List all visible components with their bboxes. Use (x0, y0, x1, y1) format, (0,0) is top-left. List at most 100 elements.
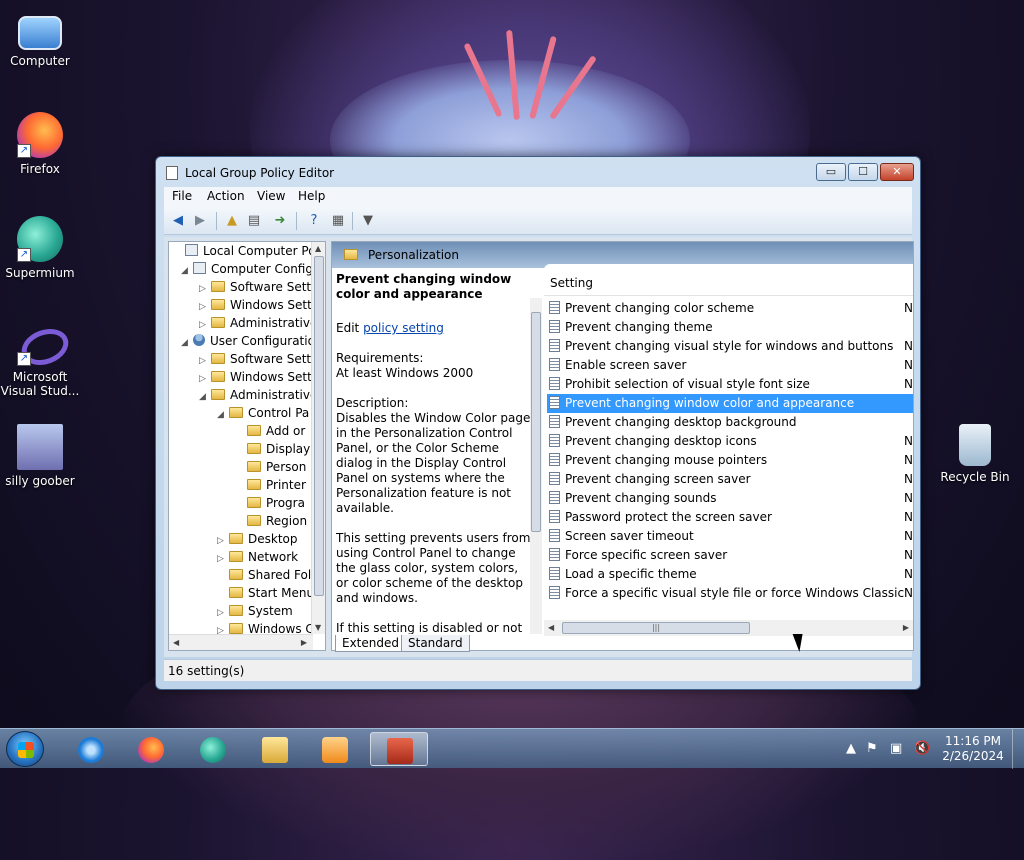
setting-row[interactable]: Prevent changing theme (547, 318, 913, 337)
maximize-button[interactable]: ☐ (848, 163, 878, 181)
scroll-right-icon[interactable]: ▶ (301, 638, 307, 647)
back-arrow-icon[interactable]: ◀ (168, 211, 188, 231)
taskbar-supermium[interactable] (186, 732, 240, 766)
description-scrollbar[interactable] (530, 298, 542, 634)
tree-item[interactable]: ◢ Computer Config (181, 262, 313, 280)
desktop-icon-supermium[interactable]: ↗ Supermium (0, 216, 80, 280)
volume-muted-icon[interactable]: 🔇 (914, 741, 930, 756)
tree-item[interactable]: ▷ Software Setti (199, 280, 314, 298)
taskbar-media-player[interactable] (308, 732, 362, 766)
scroll-left-icon[interactable]: ◀ (173, 638, 179, 647)
network-icon[interactable]: ▣ (890, 741, 902, 756)
scroll-down-icon[interactable]: ▼ (315, 623, 321, 632)
title-bar[interactable]: Local Group Policy Editor ▭ ☐ ✕ (156, 157, 920, 187)
console-tree[interactable]: Local Computer Polic ◢ Computer Config ▷ Sof… (168, 241, 326, 651)
show-desktop-button[interactable] (1012, 729, 1024, 769)
forward-arrow-icon[interactable]: ▶ (190, 211, 210, 231)
tree-item[interactable]: Start Menu (217, 586, 314, 604)
up-folder-icon[interactable]: ▲ (222, 211, 242, 231)
tree-item[interactable]: ▷ Network (217, 550, 298, 568)
setting-row[interactable]: Load a specific theme N (547, 565, 913, 584)
setting-row[interactable]: Prevent changing desktop background (547, 413, 913, 432)
tree-horizontal-scrollbar[interactable]: ◀ ▶ (169, 634, 313, 650)
scroll-up-icon[interactable]: ▲ (315, 244, 321, 253)
setting-row[interactable]: Prevent changing color scheme N (547, 299, 913, 318)
tree-item[interactable]: ▷ Administrative (199, 316, 317, 334)
setting-row[interactable]: Force specific screen saver N (547, 546, 913, 565)
collapse-arrow-icon[interactable]: ◢ (199, 392, 211, 402)
desktop-icon-silly-goober[interactable]: silly goober (0, 424, 80, 488)
expand-arrow-icon[interactable]: ▷ (199, 284, 211, 294)
minimize-button[interactable]: ▭ (816, 163, 846, 181)
tree-item[interactable]: Person (235, 460, 306, 478)
expand-arrow-icon[interactable]: ▷ (199, 320, 211, 330)
menu-help[interactable]: Help (298, 189, 325, 203)
tree-item[interactable]: ▷ System (217, 604, 293, 622)
tree-item[interactable]: ▷ Windows Sett (199, 298, 312, 316)
show-hidden-icons-icon[interactable]: ▲ (846, 741, 856, 756)
help-icon[interactable]: ? (304, 211, 324, 231)
collapse-arrow-icon[interactable]: ◢ (181, 266, 193, 276)
setting-row[interactable]: Prohibit selection of visual style font … (547, 375, 913, 394)
tree-item[interactable]: Add or (235, 424, 305, 442)
action-center-flag-icon[interactable]: ⚑ (866, 741, 878, 756)
scroll-thumb[interactable] (314, 256, 324, 596)
scroll-left-icon[interactable]: ◀ (548, 623, 554, 632)
close-button[interactable]: ✕ (880, 163, 914, 181)
tree-item[interactable]: ▷ Desktop (217, 532, 298, 550)
scroll-thumb[interactable]: ||| (562, 622, 750, 634)
setting-row[interactable]: Prevent changing desktop icons N (547, 432, 913, 451)
setting-row[interactable]: Enable screen saver N (547, 356, 913, 375)
setting-row[interactable]: Prevent changing mouse pointers N (547, 451, 913, 470)
desktop-icon-computer[interactable]: Computer (0, 10, 80, 68)
setting-row[interactable]: Prevent changing sounds N (547, 489, 913, 508)
setting-row[interactable]: Prevent changing screen saver N (547, 470, 913, 489)
scroll-thumb[interactable] (531, 312, 541, 532)
expand-arrow-icon[interactable]: ▷ (217, 608, 229, 618)
expand-arrow-icon[interactable]: ▷ (199, 302, 211, 312)
collapse-arrow-icon[interactable]: ◢ (217, 410, 229, 420)
setting-row[interactable]: Force a specific visual style file or fo… (547, 584, 913, 603)
setting-row[interactable]: Screen saver timeout N (547, 527, 913, 546)
setting-row[interactable]: Prevent changing window color and appear… (547, 394, 913, 413)
tree-item[interactable]: Progra (235, 496, 305, 514)
expand-arrow-icon[interactable]: ▷ (217, 536, 229, 546)
tab-extended[interactable]: Extended (335, 635, 406, 652)
desktop-icon-visual-studio[interactable]: ↗ Microsoft Visual Stud... (0, 320, 80, 398)
tree-item[interactable]: Shared Fol (217, 568, 311, 586)
taskbar-group-policy-editor[interactable] (370, 732, 428, 766)
export-list-icon[interactable]: ➜ (270, 211, 290, 231)
tree-vertical-scrollbar[interactable]: ▲ ▼ (311, 242, 325, 634)
list-horizontal-scrollbar[interactable]: ◀ ||| ▶ (544, 620, 913, 636)
setting-row[interactable]: Password protect the screen saver N (547, 508, 913, 527)
expand-arrow-icon[interactable]: ▷ (217, 554, 229, 564)
tree-item[interactable]: ◢ Administrative (199, 388, 317, 406)
expand-arrow-icon[interactable]: ▷ (199, 356, 211, 366)
menu-view[interactable]: View (257, 189, 285, 203)
expand-arrow-icon[interactable]: ▷ (199, 374, 211, 384)
clock[interactable]: 11:16 PM 2/26/2024 (938, 734, 1008, 764)
tree-item[interactable]: ◢ User Configuratio (181, 334, 315, 352)
taskbar-firefox[interactable] (124, 732, 178, 766)
tree-item[interactable]: ▷ Windows Sett (199, 370, 312, 388)
tree-item[interactable]: ◢ Control Pa (217, 406, 309, 424)
filter-icon[interactable]: ▼ (358, 211, 378, 231)
collapse-arrow-icon[interactable]: ◢ (181, 338, 193, 348)
policy-setting-link[interactable]: policy setting (363, 321, 444, 335)
tree-item[interactable]: Local Computer Polic (173, 244, 325, 262)
menu-file[interactable]: File (172, 189, 192, 203)
tab-standard[interactable]: Standard (401, 635, 470, 652)
taskbar-internet-explorer[interactable] (64, 732, 118, 766)
start-button[interactable] (6, 731, 44, 767)
scroll-right-icon[interactable]: ▶ (903, 623, 909, 632)
tree-item[interactable]: Display (235, 442, 310, 460)
setting-row[interactable]: Prevent changing visual style for window… (547, 337, 913, 356)
desktop-icon-firefox[interactable]: ↗ Firefox (0, 112, 80, 176)
show-hide-tree-icon[interactable]: ▤ (244, 211, 264, 231)
tree-item[interactable]: ▷ Software Setti (199, 352, 314, 370)
tree-item[interactable]: Region (235, 514, 307, 532)
properties-icon[interactable]: ▦ (328, 211, 348, 231)
desktop-icon-recycle-bin[interactable]: Recycle Bin (935, 424, 1015, 484)
column-header-setting[interactable]: Setting (544, 264, 913, 296)
menu-action[interactable]: Action (207, 189, 245, 203)
